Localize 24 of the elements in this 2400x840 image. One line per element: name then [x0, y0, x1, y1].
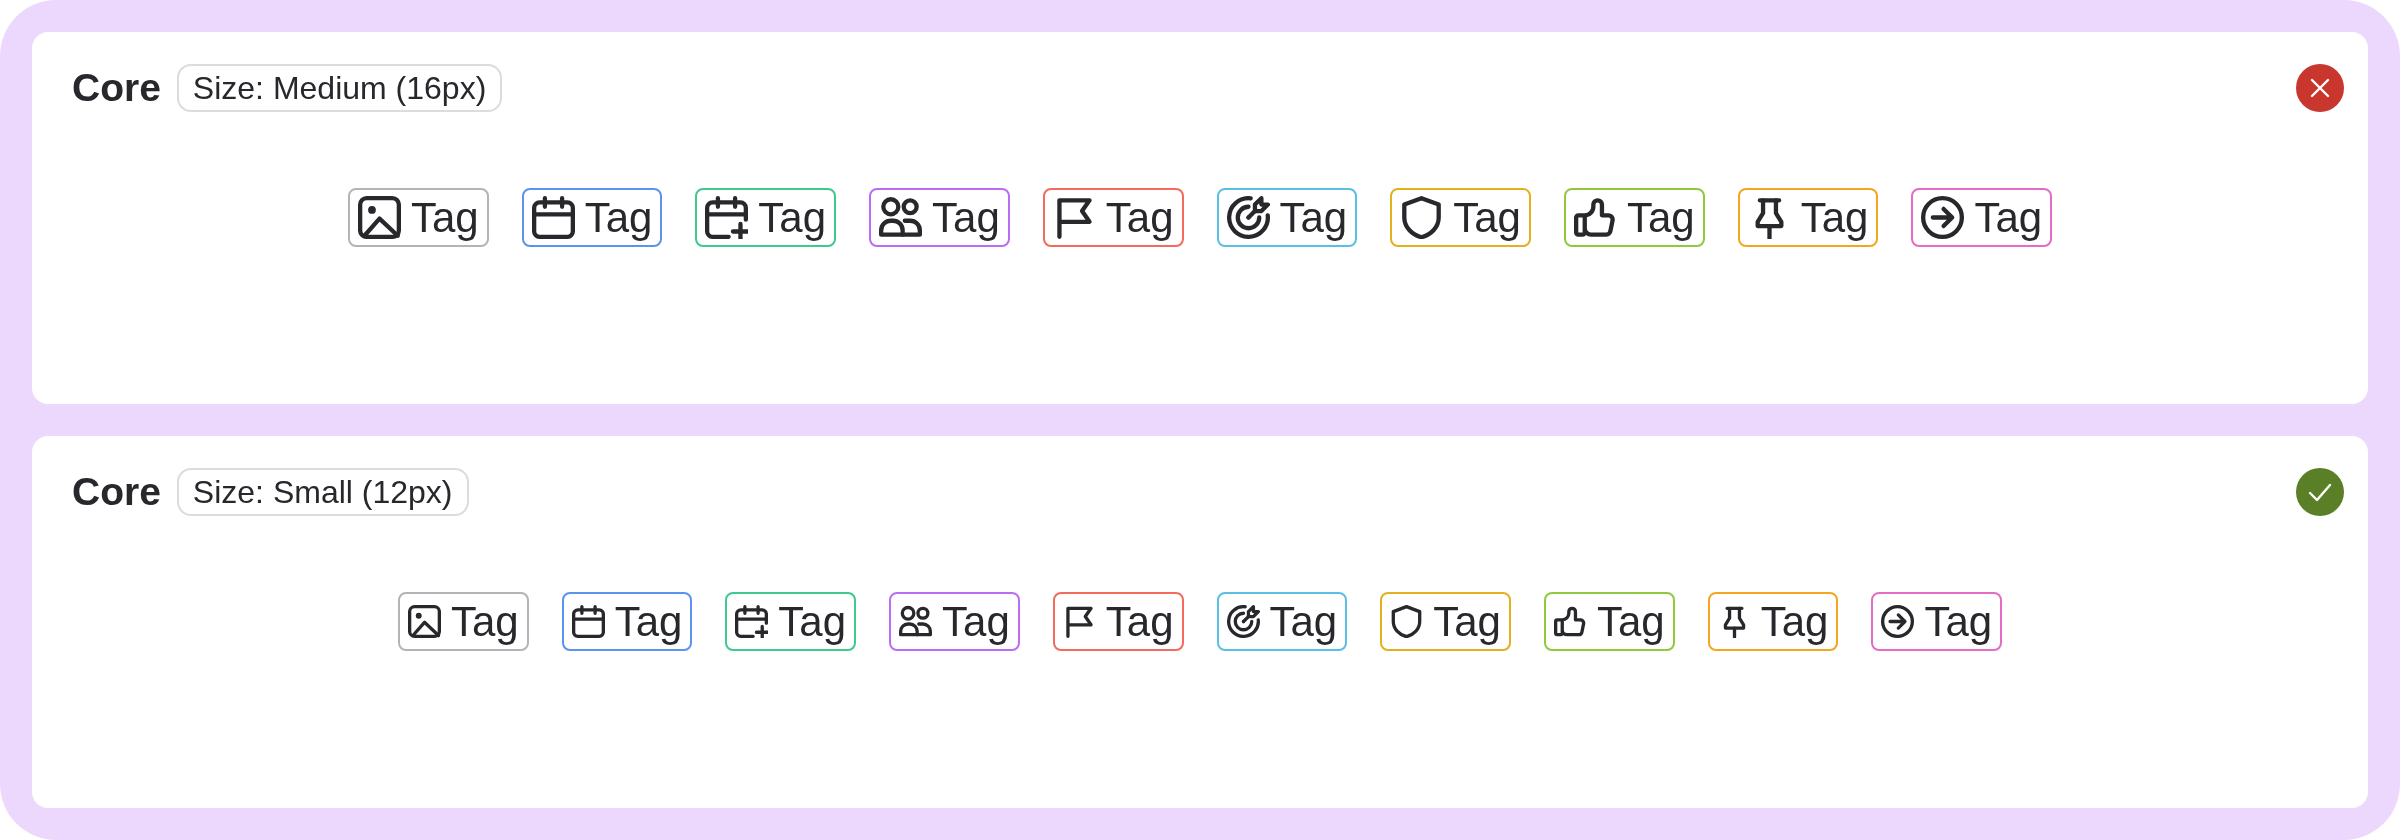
tag-label: Tag — [584, 192, 653, 243]
tag-label: Tag — [410, 192, 479, 243]
tag-label: Tag — [1433, 596, 1501, 647]
tag-label: Tag — [1453, 192, 1521, 243]
tag-label: Tag — [1800, 192, 1869, 243]
tag-label: Tag — [1596, 596, 1665, 647]
section-title: Core — [72, 65, 161, 111]
size-badge: Size: Medium (16px) — [176, 64, 503, 112]
tag-label: Tag — [1279, 192, 1348, 243]
tag-label: Tag — [1760, 596, 1829, 647]
tag-label: Tag — [778, 596, 847, 647]
size-badge: Size: Small (12px) — [176, 468, 469, 516]
tag-label: Tag — [450, 596, 519, 647]
section-title: Core — [72, 469, 161, 515]
tag-label: Tag — [1105, 192, 1174, 243]
tag-label: Tag — [1924, 596, 1993, 647]
tag-label: Tag — [758, 192, 827, 243]
tag-label: Tag — [942, 596, 1010, 647]
tag-label: Tag — [614, 596, 683, 647]
tag-label: Tag — [1269, 596, 1338, 647]
tag-label: Tag — [932, 192, 1000, 243]
tag-label: Tag — [1105, 596, 1174, 647]
tag-label: Tag — [1626, 192, 1695, 243]
tag-label: Tag — [1974, 192, 2043, 243]
